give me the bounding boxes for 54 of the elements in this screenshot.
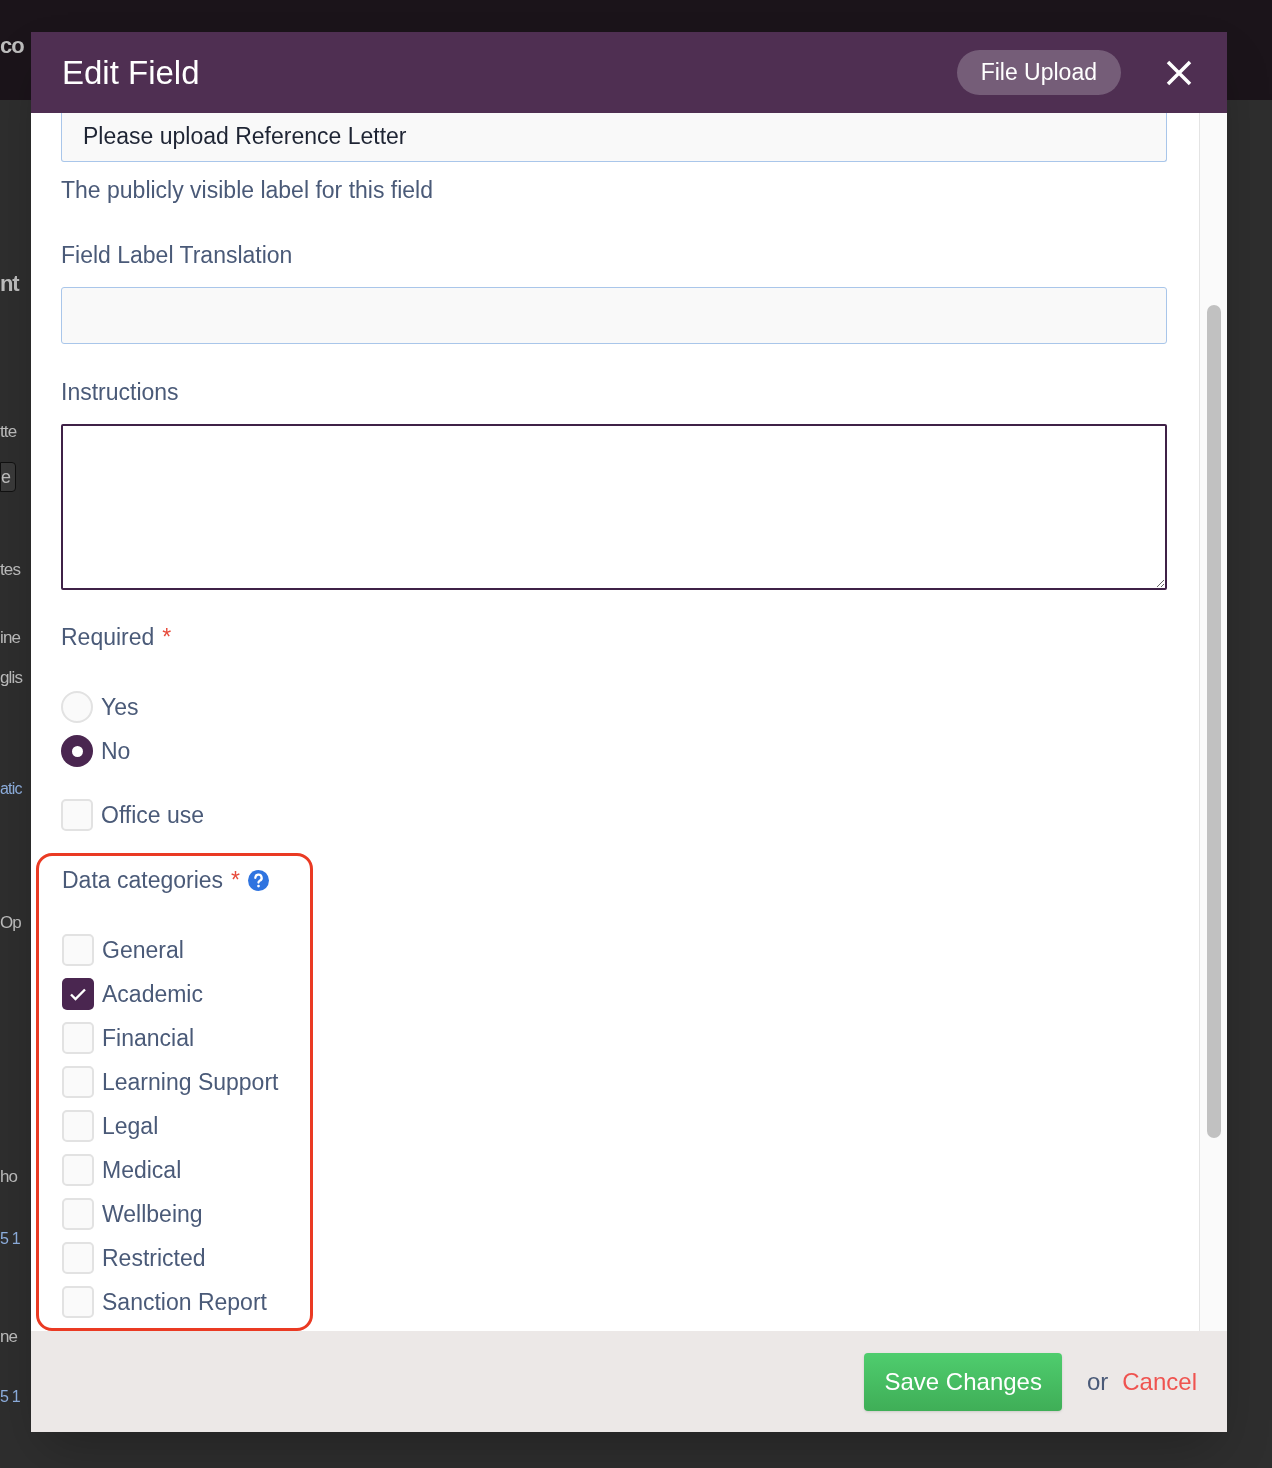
background-text: tte xyxy=(0,421,17,443)
instructions-textarea[interactable] xyxy=(61,423,1167,590)
field-label: Required xyxy=(61,623,155,651)
checkbox-label: Learning Support xyxy=(102,1067,279,1097)
field-hint: The publicly visible label for this field xyxy=(61,175,434,204)
field-label: Data categories xyxy=(62,866,224,894)
checkbox-label: Wellbeing xyxy=(102,1199,203,1229)
modal-title: Edit Field xyxy=(62,52,200,93)
checkbox-label: Financial xyxy=(102,1023,195,1053)
checkbox[interactable] xyxy=(62,1066,94,1098)
background-text: ho xyxy=(0,1166,18,1188)
required-mark: * xyxy=(231,866,241,894)
background-text: ine xyxy=(0,627,21,649)
background-text: co xyxy=(0,32,24,60)
field-type-badge: File Upload xyxy=(956,50,1121,95)
scrollbar-thumb[interactable] xyxy=(1207,305,1221,1138)
option-label: Yes xyxy=(101,692,139,722)
checkbox[interactable] xyxy=(62,978,94,1010)
checkbox[interactable] xyxy=(62,1242,94,1274)
checkbox-label: Legal xyxy=(102,1111,159,1141)
checkbox-label: General xyxy=(102,935,184,965)
background-text: ne xyxy=(0,1326,18,1348)
close-icon[interactable] xyxy=(1165,58,1193,87)
field-label: Field Label Translation xyxy=(61,240,294,269)
background-link[interactable]: atic xyxy=(0,775,22,803)
required-mark: * xyxy=(162,623,172,651)
checkbox[interactable] xyxy=(62,1110,94,1142)
checkbox[interactable] xyxy=(62,1198,94,1230)
checkbox[interactable] xyxy=(62,1154,94,1186)
checkbox[interactable] xyxy=(62,934,94,966)
checkbox[interactable] xyxy=(61,799,93,831)
background-text: nt xyxy=(0,270,19,298)
background-text: Op xyxy=(0,912,21,934)
checkbox-label: Office use xyxy=(101,800,205,830)
field-label-input[interactable]: Please upload Reference Letter xyxy=(61,113,1167,162)
background-link[interactable]: 5 1 xyxy=(0,1383,20,1411)
radio-button[interactable] xyxy=(61,691,93,723)
radio-button[interactable] xyxy=(61,735,93,767)
translation-input[interactable] xyxy=(61,286,1167,344)
checkbox-label: Restricted xyxy=(102,1243,206,1273)
checkbox[interactable] xyxy=(62,1022,94,1054)
option-label: No xyxy=(101,736,131,766)
checkbox-label: Sanction Report xyxy=(102,1287,267,1317)
background-link[interactable]: 5 1 xyxy=(0,1225,20,1253)
checkbox-label: Academic xyxy=(102,979,203,1009)
help-icon[interactable] xyxy=(248,869,270,891)
background-text: glis xyxy=(0,667,23,689)
background-button[interactable]: e xyxy=(0,462,16,492)
checkbox-label: Medical xyxy=(102,1155,182,1185)
field-label: Instructions xyxy=(61,377,180,406)
scrollbar[interactable] xyxy=(1199,113,1227,1331)
checkbox[interactable] xyxy=(62,1286,94,1318)
or-text: or xyxy=(1086,1366,1109,1397)
background-text: tes xyxy=(0,559,21,581)
